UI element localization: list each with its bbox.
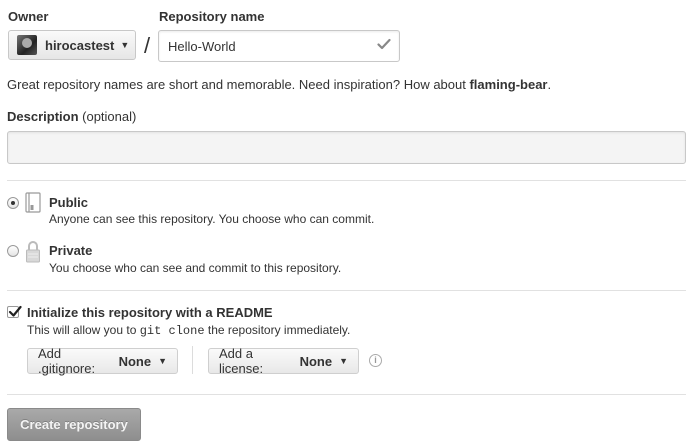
description-label-text: Description <box>7 109 79 124</box>
owner-repo-separator: / <box>144 33 151 58</box>
book-icon <box>25 192 41 213</box>
hint-suffix: . <box>547 77 552 92</box>
public-description: Anyone can see this repository. You choo… <box>49 212 375 226</box>
readme-checkbox[interactable] <box>7 305 22 318</box>
chevron-down-icon: ▼ <box>120 40 130 50</box>
gitignore-value: None <box>118 353 152 369</box>
chevron-down-icon: ▼ <box>158 356 167 366</box>
private-description: You choose who can see and commit to thi… <box>49 261 342 275</box>
description-label: Description (optional) <box>7 109 136 124</box>
license-label: Add a license: <box>219 346 264 376</box>
dropdown-separator <box>192 346 193 374</box>
description-optional: (optional) <box>82 109 137 124</box>
divider <box>7 290 686 291</box>
readme-desc-after: the repository immediately. <box>204 323 351 337</box>
repo-name-hint: Great repository names are short and mem… <box>7 77 551 92</box>
owner-dropdown[interactable]: hirocastest ▼ <box>8 30 136 60</box>
info-icon[interactable]: i <box>369 354 382 367</box>
chevron-down-icon: ▼ <box>339 356 348 366</box>
lock-icon <box>26 241 40 263</box>
avatar <box>17 35 37 55</box>
hint-text: Great repository names are short and mem… <box>7 77 470 92</box>
owner-name: hirocastest <box>45 37 115 53</box>
check-icon <box>377 38 391 50</box>
readme-desc-before: This will allow you to <box>27 323 140 337</box>
license-dropdown[interactable]: Add a license: None ▼ <box>208 346 359 376</box>
private-title: Private <box>49 243 93 258</box>
license-value: None <box>299 353 333 369</box>
readme-desc-code: git clone <box>139 324 205 338</box>
checkmark-icon <box>8 305 22 317</box>
repo-name-label: Repository name <box>159 9 265 24</box>
public-radio[interactable] <box>7 197 19 209</box>
owner-label: Owner <box>8 9 49 24</box>
create-repository-button[interactable]: Create repository <box>7 408 141 441</box>
readme-title: Initialize this repository with a README <box>27 305 273 320</box>
repo-name-value: Hello-World <box>168 38 236 54</box>
divider <box>7 394 686 395</box>
name-suggestion[interactable]: flaming-bear <box>469 77 547 92</box>
gitignore-dropdown[interactable]: Add .gitignore: None ▼ <box>27 346 178 376</box>
gitignore-label: Add .gitignore: <box>38 346 96 376</box>
public-title: Public <box>49 195 89 210</box>
divider <box>7 180 686 181</box>
readme-description: This will allow you to git clone the rep… <box>27 323 350 338</box>
repo-name-input[interactable]: Hello-World <box>158 30 400 62</box>
description-input[interactable] <box>7 131 686 164</box>
private-radio[interactable] <box>7 245 19 257</box>
